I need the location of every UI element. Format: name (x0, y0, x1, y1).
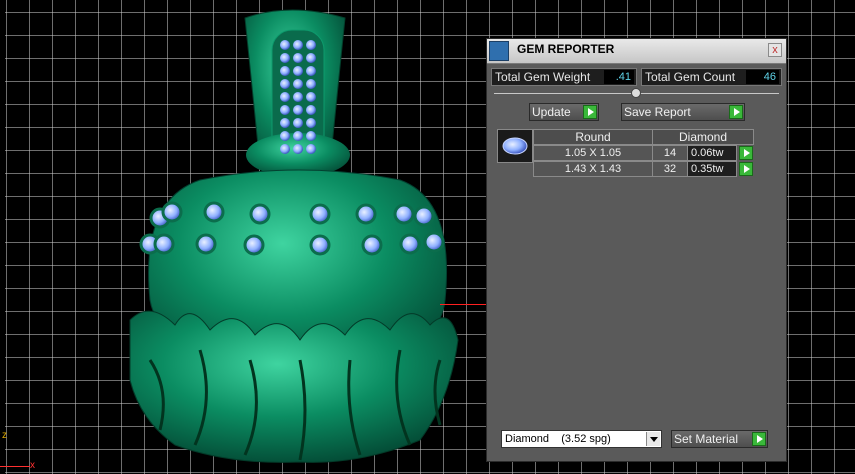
accent-gem (399, 233, 421, 255)
update-button[interactable]: Update (529, 103, 599, 121)
gem-reporter-panel: GEM REPORTER x Total Gem Weight .41 Tota… (486, 38, 787, 462)
accent-gem (280, 105, 290, 115)
close-button[interactable]: x (768, 43, 782, 57)
accent-gem (280, 40, 290, 50)
accent-gem (393, 203, 415, 225)
total-gem-count-value: 46 (746, 70, 779, 84)
accent-gem (195, 233, 217, 255)
accent-gem (306, 105, 316, 115)
gem-weight-cell: 0.06tw (687, 145, 737, 161)
set-material-label: Set Material (674, 432, 739, 446)
accent-gem (293, 40, 303, 50)
play-icon (729, 105, 743, 119)
accent-gem (309, 203, 331, 225)
total-gem-weight-label: Total Gem Weight (495, 70, 591, 84)
accent-gem (306, 40, 316, 50)
total-gem-weight-value: .41 (604, 70, 634, 84)
save-report-label: Save Report (624, 105, 691, 119)
round-gem-icon[interactable] (497, 129, 533, 163)
gem-weight-cell: 0.35tw (687, 161, 737, 177)
accent-gem (309, 234, 331, 256)
update-label: Update (532, 105, 571, 119)
play-icon[interactable] (739, 146, 753, 160)
accent-gem (293, 66, 303, 76)
z-axis-label: z (2, 430, 7, 441)
accent-gem (293, 79, 303, 89)
accent-gem (243, 234, 265, 256)
panel-title: GEM REPORTER (517, 42, 615, 56)
accent-gem (280, 92, 290, 102)
total-gem-weight-field: Total Gem Weight .41 (491, 68, 637, 86)
column-header-material: Diamond (652, 129, 754, 145)
play-icon (583, 105, 597, 119)
material-selected-value: Diamond (3.52 spg) (505, 433, 611, 445)
accent-gem (306, 79, 316, 89)
accent-gem (306, 131, 316, 141)
accent-gem (280, 131, 290, 141)
play-icon[interactable] (739, 162, 753, 176)
accent-gem (280, 66, 290, 76)
total-gem-count-label: Total Gem Count (645, 70, 736, 84)
accent-gem (423, 231, 445, 253)
total-gem-count-field: Total Gem Count 46 (641, 68, 782, 86)
gem-size-cell: 1.05 X 1.05 (533, 145, 653, 161)
accent-gem (249, 203, 271, 225)
accent-gem (306, 53, 316, 63)
accent-gem (293, 53, 303, 63)
accent-gem (203, 201, 225, 223)
accent-gem (280, 144, 290, 154)
x-axis-line (0, 466, 30, 467)
accent-gem (293, 105, 303, 115)
chevron-down-icon[interactable] (646, 432, 660, 446)
accent-gem (293, 92, 303, 102)
set-material-button[interactable]: Set Material (671, 430, 768, 448)
accent-gem (306, 92, 316, 102)
column-header-shape: Round (533, 129, 653, 145)
panel-titlebar[interactable]: GEM REPORTER x (487, 39, 786, 64)
play-icon (752, 432, 766, 446)
accent-gem (161, 201, 183, 223)
x-axis-label: x (30, 460, 35, 471)
accent-gem (280, 118, 290, 128)
pendant-model[interactable] (0, 0, 486, 474)
accent-gem (293, 131, 303, 141)
x-axis-guide (440, 304, 488, 305)
accent-gem (280, 79, 290, 89)
gem-size-cell: 1.43 X 1.43 (533, 161, 653, 177)
gem-count-cell: 32 (652, 161, 688, 177)
accent-gem (306, 118, 316, 128)
slider-handle[interactable] (631, 88, 641, 98)
accent-gem (355, 203, 377, 225)
accent-gem (293, 144, 303, 154)
accent-gem (361, 234, 383, 256)
accent-gem (413, 205, 435, 227)
gem-reporter-icon (489, 41, 509, 61)
gem-count-cell: 14 (652, 145, 688, 161)
accent-gem (280, 53, 290, 63)
accent-gem (293, 118, 303, 128)
accent-gem (306, 144, 316, 154)
save-report-button[interactable]: Save Report (621, 103, 745, 121)
material-select[interactable]: Diamond (3.52 spg) (501, 430, 662, 448)
accent-gem (306, 66, 316, 76)
accent-gem (153, 233, 175, 255)
